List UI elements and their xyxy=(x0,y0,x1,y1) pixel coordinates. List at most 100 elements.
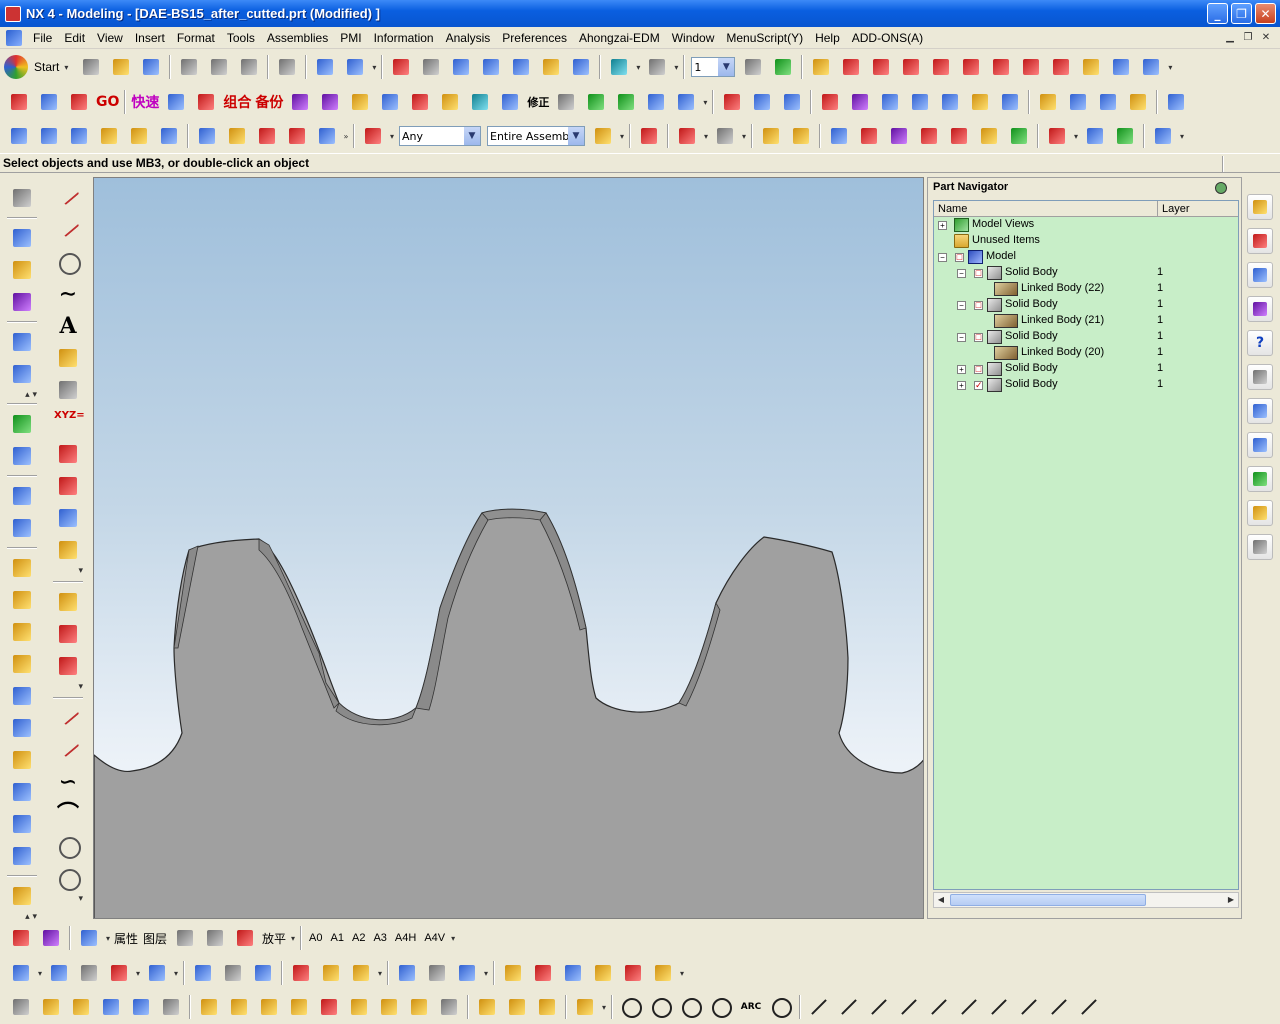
polygon-icon[interactable] xyxy=(54,440,82,468)
shaded-cube-icon[interactable] xyxy=(606,54,632,80)
scrollbar-thumb[interactable] xyxy=(950,894,1146,906)
extrude-icon[interactable] xyxy=(749,89,775,115)
sheet-tool-icon[interactable] xyxy=(36,123,62,149)
cut-icon[interactable] xyxy=(176,54,202,80)
roles-tab-icon[interactable] xyxy=(1247,466,1273,492)
tool-q-icon[interactable] xyxy=(504,994,530,1020)
tool-l-icon[interactable] xyxy=(346,994,372,1020)
text-icon[interactable]: A xyxy=(54,312,82,340)
hat-icon[interactable] xyxy=(613,89,639,115)
point-icon[interactable] xyxy=(54,344,82,372)
tool-k-icon[interactable] xyxy=(316,994,342,1020)
go-button[interactable]: GO xyxy=(96,94,119,110)
sketch-line-icon[interactable] xyxy=(54,704,82,732)
snap-point-icon[interactable] xyxy=(636,123,662,149)
tool-e-icon[interactable] xyxy=(128,994,154,1020)
book-icon[interactable] xyxy=(997,89,1023,115)
help-tab-icon[interactable]: ? xyxy=(1247,330,1273,356)
hedgehog-icon[interactable] xyxy=(1044,123,1070,149)
edge-blend-icon[interactable] xyxy=(8,554,36,582)
break-view-icon[interactable] xyxy=(144,960,170,986)
wcs-orient-icon[interactable] xyxy=(928,54,954,80)
view-bound-icon[interactable] xyxy=(220,960,246,986)
pattern-icon[interactable] xyxy=(779,89,805,115)
menu-view[interactable]: View xyxy=(92,31,130,45)
sheet-a2-button[interactable]: A2 xyxy=(352,932,365,944)
menu-information[interactable]: Information xyxy=(369,31,441,45)
layered-box-icon[interactable] xyxy=(347,89,373,115)
sketch-circle-center-icon[interactable] xyxy=(649,995,673,1019)
label-icon[interactable] xyxy=(590,960,616,986)
rotate-icon[interactable] xyxy=(508,54,534,80)
tool-o-icon[interactable] xyxy=(436,994,462,1020)
bridge-icon[interactable] xyxy=(967,89,993,115)
trim-curve-icon[interactable] xyxy=(54,620,82,648)
view-style-icon[interactable] xyxy=(190,960,216,986)
sketch-line-tool-icon[interactable] xyxy=(807,995,831,1019)
new-file-icon[interactable] xyxy=(78,54,104,80)
menu-help[interactable]: Help xyxy=(810,31,847,45)
level-tool-icon[interactable] xyxy=(437,89,463,115)
mdi-close-icon[interactable]: ✕ xyxy=(1258,30,1274,44)
menu-preferences[interactable]: Preferences xyxy=(497,31,574,45)
fit-view-icon[interactable] xyxy=(388,54,414,80)
information-icon[interactable] xyxy=(342,54,368,80)
box-tool-icon[interactable] xyxy=(317,89,343,115)
sketch-line-pt-icon[interactable] xyxy=(837,995,861,1019)
hole-icon[interactable] xyxy=(8,482,36,510)
sketch-line-green-icon[interactable] xyxy=(1077,995,1101,1019)
tree-row[interactable]: − □ Solid Body 1 xyxy=(934,297,1238,313)
zoom-window-icon[interactable] xyxy=(418,54,444,80)
part-navigator-tab-icon[interactable] xyxy=(1247,228,1273,254)
mdi-restore-icon[interactable]: ❐ xyxy=(1240,30,1256,44)
menu-pmi[interactable]: PMI xyxy=(335,31,368,45)
diamond-tool-icon[interactable] xyxy=(193,89,219,115)
sketch-line-tan-icon[interactable] xyxy=(927,995,951,1019)
calculator-icon[interactable] xyxy=(467,89,493,115)
unite-icon[interactable] xyxy=(8,410,36,438)
fcf-icon[interactable] xyxy=(530,960,556,986)
paste-icon[interactable] xyxy=(236,54,262,80)
pan-icon[interactable] xyxy=(538,54,564,80)
base-view-icon[interactable] xyxy=(8,960,34,986)
analyze-deviation-icon[interactable] xyxy=(826,123,852,149)
sketch-circle-3pt-icon[interactable] xyxy=(679,995,703,1019)
visibility-checkbox[interactable]: □ xyxy=(974,333,983,342)
boss-icon[interactable] xyxy=(8,514,36,542)
flatten-button[interactable]: 放平 xyxy=(262,930,286,947)
palette-tab-icon[interactable] xyxy=(1247,398,1273,424)
type-filter-dropdown-icon[interactable]: ▼ xyxy=(464,127,480,145)
square-tool-icon[interactable] xyxy=(163,89,189,115)
maximize-button[interactable]: ❐ xyxy=(1231,3,1252,24)
tree-row[interactable]: + □ Solid Body 1 xyxy=(934,361,1238,377)
measure-icon[interactable] xyxy=(788,123,814,149)
paperclip-icon[interactable] xyxy=(534,994,560,1020)
horizontal-scrollbar[interactable]: ◀ ▶ xyxy=(933,892,1239,908)
scroll-right-icon[interactable]: ▶ xyxy=(1224,894,1238,906)
minimize-button[interactable]: _ xyxy=(1207,3,1228,24)
ruler-icon[interactable] xyxy=(758,123,784,149)
tree-row[interactable]: Linked Body (21) 1 xyxy=(934,313,1238,329)
visibility-checkbox[interactable]: ✓ xyxy=(974,381,983,390)
symbol-icon[interactable] xyxy=(620,960,646,986)
analyze-draft-icon[interactable] xyxy=(976,123,1002,149)
tree-row[interactable]: Linked Body (20) 1 xyxy=(934,345,1238,361)
green-bracket-icon[interactable] xyxy=(583,89,609,115)
flag-icon[interactable] xyxy=(314,123,340,149)
stack-icon[interactable] xyxy=(254,123,280,149)
graphics-viewport[interactable] xyxy=(93,177,924,919)
view-tool-icon[interactable] xyxy=(76,925,102,951)
combine-button[interactable]: 组合 xyxy=(223,92,251,112)
collapse-icon[interactable]: − xyxy=(938,253,947,262)
sheet-a3-button[interactable]: A3 xyxy=(373,932,386,944)
through-curves-icon[interactable] xyxy=(907,89,933,115)
tool-n-icon[interactable] xyxy=(406,994,432,1020)
menu-format[interactable]: Format xyxy=(172,31,222,45)
menu-add-ons[interactable]: ADD-ONS(A) xyxy=(847,31,930,45)
section-icon[interactable] xyxy=(1082,123,1108,149)
sheet-a1-button[interactable]: A1 xyxy=(331,932,344,944)
scale-body-icon[interactable] xyxy=(8,810,36,838)
zoom-icon[interactable] xyxy=(478,54,504,80)
tree-row[interactable]: Unused Items xyxy=(934,233,1238,249)
helix-icon[interactable] xyxy=(54,376,82,404)
